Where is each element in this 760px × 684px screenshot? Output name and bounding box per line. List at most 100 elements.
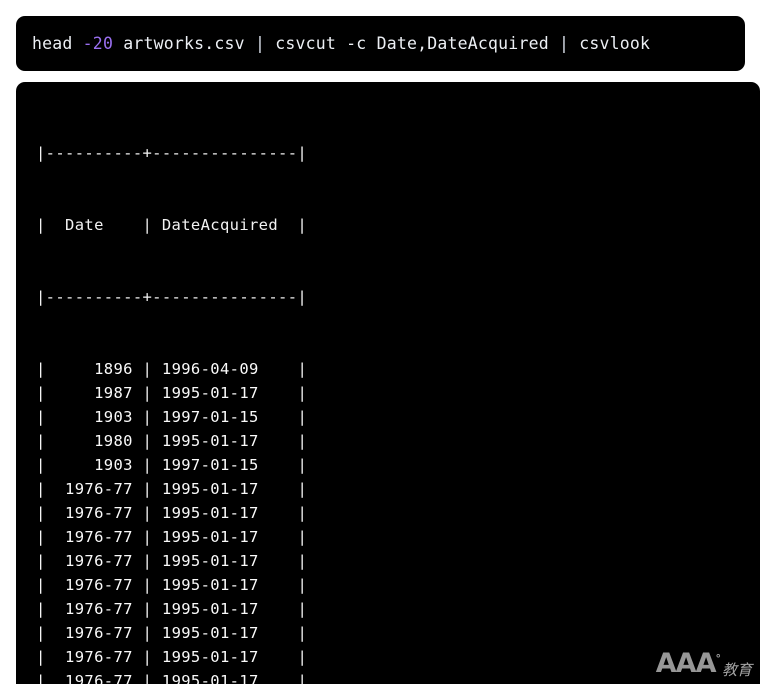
row-border-mid: | — [142, 408, 153, 426]
row-border-left: | — [36, 456, 46, 474]
row-border-mid: | — [142, 384, 153, 402]
row-border-right: | — [297, 456, 308, 474]
row-border-mid: | — [142, 456, 153, 474]
row-border-left: | — [36, 576, 46, 594]
cell-date-acquired: 1995-01-17 — [152, 504, 298, 522]
row-border-left: | — [36, 648, 46, 666]
cell-date-acquired: 1995-01-17 — [152, 432, 298, 450]
row-border-mid: | — [142, 600, 153, 618]
cell-date: 1903 — [45, 408, 143, 426]
row-border-left: | — [36, 408, 46, 426]
table-body: | 1896 | 1996-04-09 | | 1987 | 1995-01-17… — [36, 357, 307, 684]
row-border-left: | — [36, 432, 46, 450]
cell-date-acquired: 1995-01-17 — [152, 600, 298, 618]
row-border-right: | — [297, 408, 308, 426]
row-border-right: | — [297, 432, 308, 450]
cell-date: 1976-77 — [45, 504, 143, 522]
command-panel: head -20 artworks.csv | csvcut -c Date,D… — [16, 16, 745, 71]
cell-date-acquired: 1995-01-17 — [152, 576, 298, 594]
row-border-left: | — [36, 384, 46, 402]
table-row: | 1987 | 1995-01-17 | — [36, 381, 307, 405]
cell-date-acquired: 1995-01-17 — [152, 672, 298, 684]
table-row: | 1903 | 1997-01-15 | — [36, 453, 307, 477]
cell-date-acquired: 1995-01-17 — [152, 384, 298, 402]
watermark: AAA 教育 — [656, 650, 752, 682]
command-token-arg-6: csvlook — [569, 33, 651, 53]
row-border-right: | — [297, 600, 308, 618]
cell-date-acquired: 1997-01-15 — [152, 456, 298, 474]
cell-date-acquired: 1997-01-15 — [152, 408, 298, 426]
cell-date: 1976-77 — [45, 552, 143, 570]
row-border-right: | — [297, 528, 308, 546]
row-border-left: | — [36, 360, 46, 378]
cell-date-acquired: 1995-01-17 — [152, 528, 298, 546]
cell-date: 1976-77 — [45, 672, 143, 684]
row-border-mid: | — [142, 576, 153, 594]
table-row: | 1976-77 | 1995-01-17 | — [36, 501, 307, 525]
table-row: | 1976-77 | 1995-01-17 | — [36, 621, 307, 645]
cell-date: 1903 — [45, 456, 143, 474]
output-panel: |----------+---------------| | Date | Da… — [16, 82, 760, 684]
cell-date: 1976-77 — [45, 600, 143, 618]
row-border-mid: | — [142, 504, 153, 522]
table-row: | 1896 | 1996-04-09 | — [36, 357, 307, 381]
cell-date-acquired: 1996-04-09 — [152, 360, 298, 378]
command-token-flag-1: -20 — [82, 33, 114, 53]
output-table: |----------+---------------| | Date | Da… — [36, 93, 307, 684]
row-border-right: | — [297, 360, 308, 378]
table-row: | 1976-77 | 1995-01-17 | — [36, 669, 307, 684]
row-border-right: | — [297, 648, 308, 666]
watermark-chinese: 教育 — [721, 661, 752, 679]
cell-date: 1987 — [45, 384, 143, 402]
table-row: | 1976-77 | 1995-01-17 | — [36, 645, 307, 669]
cell-date: 1896 — [45, 360, 143, 378]
row-border-mid: | — [142, 480, 153, 498]
row-border-left: | — [36, 480, 46, 498]
row-border-right: | — [297, 552, 308, 570]
table-header-row: | Date | DateAcquired | — [36, 216, 308, 234]
table-row: | 1976-77 | 1995-01-17 | — [36, 477, 307, 501]
row-border-right: | — [297, 624, 308, 642]
row-border-mid: | — [142, 432, 153, 450]
table-row: | 1980 | 1995-01-17 | — [36, 429, 307, 453]
row-border-mid: | — [142, 648, 153, 666]
command-token-arg-2: artworks.csv — [113, 33, 255, 53]
row-border-left: | — [36, 600, 46, 618]
command-token-command-0: head — [32, 33, 83, 53]
table-row: | 1976-77 | 1995-01-17 | — [36, 597, 307, 621]
command-token-pipe-3: | — [254, 33, 266, 53]
cell-date: 1976-77 — [45, 480, 143, 498]
command-line[interactable]: head -20 artworks.csv | csvcut -c Date,D… — [32, 34, 650, 54]
row-border-left: | — [36, 672, 46, 684]
row-border-mid: | — [142, 672, 153, 684]
table-row: | 1976-77 | 1995-01-17 | — [36, 525, 307, 549]
row-border-mid: | — [142, 528, 153, 546]
command-token-arg-4: csvcut -c Date,DateAcquired — [265, 33, 559, 53]
table-rule-mid: |----------+---------------| — [36, 288, 308, 306]
table-row: | 1976-77 | 1995-01-17 | — [36, 549, 307, 573]
watermark-latin: AAA — [656, 650, 720, 682]
row-border-mid: | — [142, 360, 153, 378]
cell-date: 1980 — [45, 432, 143, 450]
cell-date-acquired: 1995-01-17 — [152, 648, 298, 666]
table-rule-top: |----------+---------------| — [36, 144, 308, 162]
command-token-pipe-5: | — [558, 33, 570, 53]
row-border-right: | — [297, 504, 308, 522]
cell-date-acquired: 1995-01-17 — [152, 624, 298, 642]
cell-date-acquired: 1995-01-17 — [152, 480, 298, 498]
cell-date: 1976-77 — [45, 528, 143, 546]
table-row: | 1976-77 | 1995-01-17 | — [36, 573, 307, 597]
row-border-mid: | — [142, 624, 153, 642]
row-border-left: | — [36, 624, 46, 642]
row-border-left: | — [36, 528, 46, 546]
row-border-right: | — [297, 576, 308, 594]
cell-date: 1976-77 — [45, 624, 143, 642]
row-border-right: | — [297, 672, 308, 684]
row-border-right: | — [297, 480, 308, 498]
table-row: | 1903 | 1997-01-15 | — [36, 405, 307, 429]
cell-date: 1976-77 — [45, 576, 143, 594]
row-border-left: | — [36, 552, 46, 570]
row-border-left: | — [36, 504, 46, 522]
row-border-mid: | — [142, 552, 153, 570]
cell-date: 1976-77 — [45, 648, 143, 666]
